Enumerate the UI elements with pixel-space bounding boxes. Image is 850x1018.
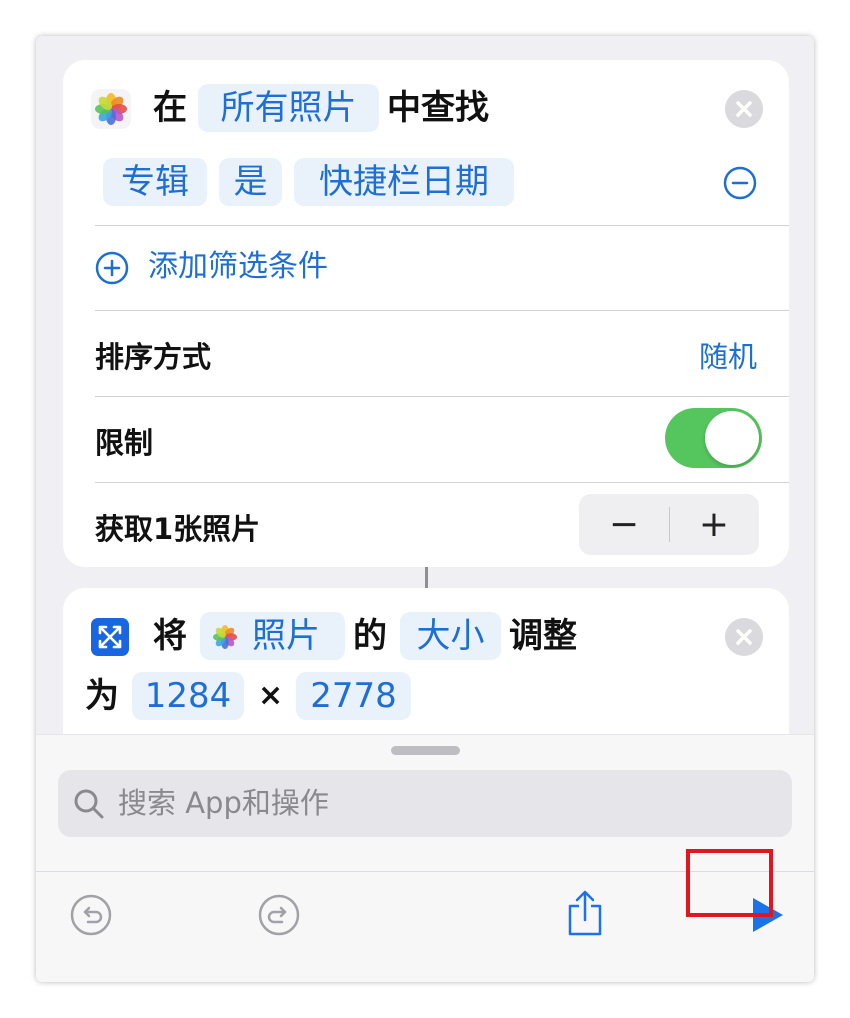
resize-to-text: 为 [85, 676, 119, 716]
remove-filter-icon[interactable] [723, 166, 757, 200]
divider [95, 310, 789, 311]
resize-image-icon [91, 618, 129, 656]
sort-value-button[interactable]: 随机 [699, 334, 757, 376]
filter-field-token[interactable]: 专辑 [103, 158, 207, 206]
width-token[interactable]: 1284 [132, 672, 244, 720]
decrement-button[interactable]: − [579, 494, 669, 555]
filter-operator-token[interactable]: 是 [219, 158, 282, 206]
plus-icon: + [698, 504, 730, 545]
action-connector-line [425, 567, 428, 588]
run-button-highlight [686, 849, 773, 917]
search-icon [74, 789, 104, 819]
undo-icon[interactable] [69, 893, 113, 937]
resize-verb-text: 将 [153, 616, 187, 656]
close-icon [736, 629, 752, 645]
photos-app-icon [91, 89, 131, 129]
find-suffix-text: 中查找 [387, 88, 489, 128]
find-photos-action-card: 在 所有照片 中查找 专辑 是 快捷栏日期 添加筛选条件 排序方式 随机 限制 [63, 60, 789, 567]
resize-action-text: 调整 [509, 616, 577, 656]
close-icon [736, 101, 752, 117]
photos-app-icon [213, 625, 237, 649]
add-filter-label: 添加筛选条件 [148, 249, 328, 284]
remove-action-button[interactable] [725, 90, 763, 128]
resize-connector-text: 的 [353, 616, 387, 656]
share-icon[interactable] [565, 888, 605, 938]
filter-value-token[interactable]: 快捷栏日期 [294, 158, 514, 206]
remove-action-button[interactable] [725, 618, 763, 656]
height-token[interactable]: 2778 [296, 672, 411, 720]
size-property-token[interactable]: 大小 [400, 612, 501, 660]
divider [95, 396, 789, 397]
sort-label: 排序方式 [95, 340, 212, 374]
toggle-knob [705, 411, 759, 465]
add-filter-button[interactable]: 添加筛选条件 [95, 247, 395, 287]
redo-icon[interactable] [257, 893, 301, 937]
search-field[interactable]: 搜索 App和操作 [58, 770, 792, 837]
times-symbol: × [258, 678, 284, 713]
minus-icon: − [608, 504, 640, 545]
photo-input-token[interactable]: 照片 [200, 612, 345, 660]
divider [95, 482, 789, 483]
plus-circle-icon [95, 251, 129, 285]
divider [95, 225, 789, 226]
shortcut-editor: 在 所有照片 中查找 专辑 是 快捷栏日期 添加筛选条件 排序方式 随机 限制 [36, 36, 814, 982]
limit-toggle[interactable] [665, 408, 762, 468]
search-placeholder: 搜索 App和操作 [118, 786, 329, 820]
photo-count-label: 获取1张照片 [95, 512, 261, 546]
sheet-grabber[interactable] [391, 746, 460, 755]
photo-input-label: 照片 [252, 616, 320, 656]
find-prefix-text: 在 [153, 88, 187, 128]
photo-source-token[interactable]: 所有照片 [198, 84, 379, 132]
increment-button[interactable]: + [669, 494, 759, 555]
photo-count-stepper: − + [579, 494, 759, 555]
limit-label: 限制 [95, 426, 154, 460]
